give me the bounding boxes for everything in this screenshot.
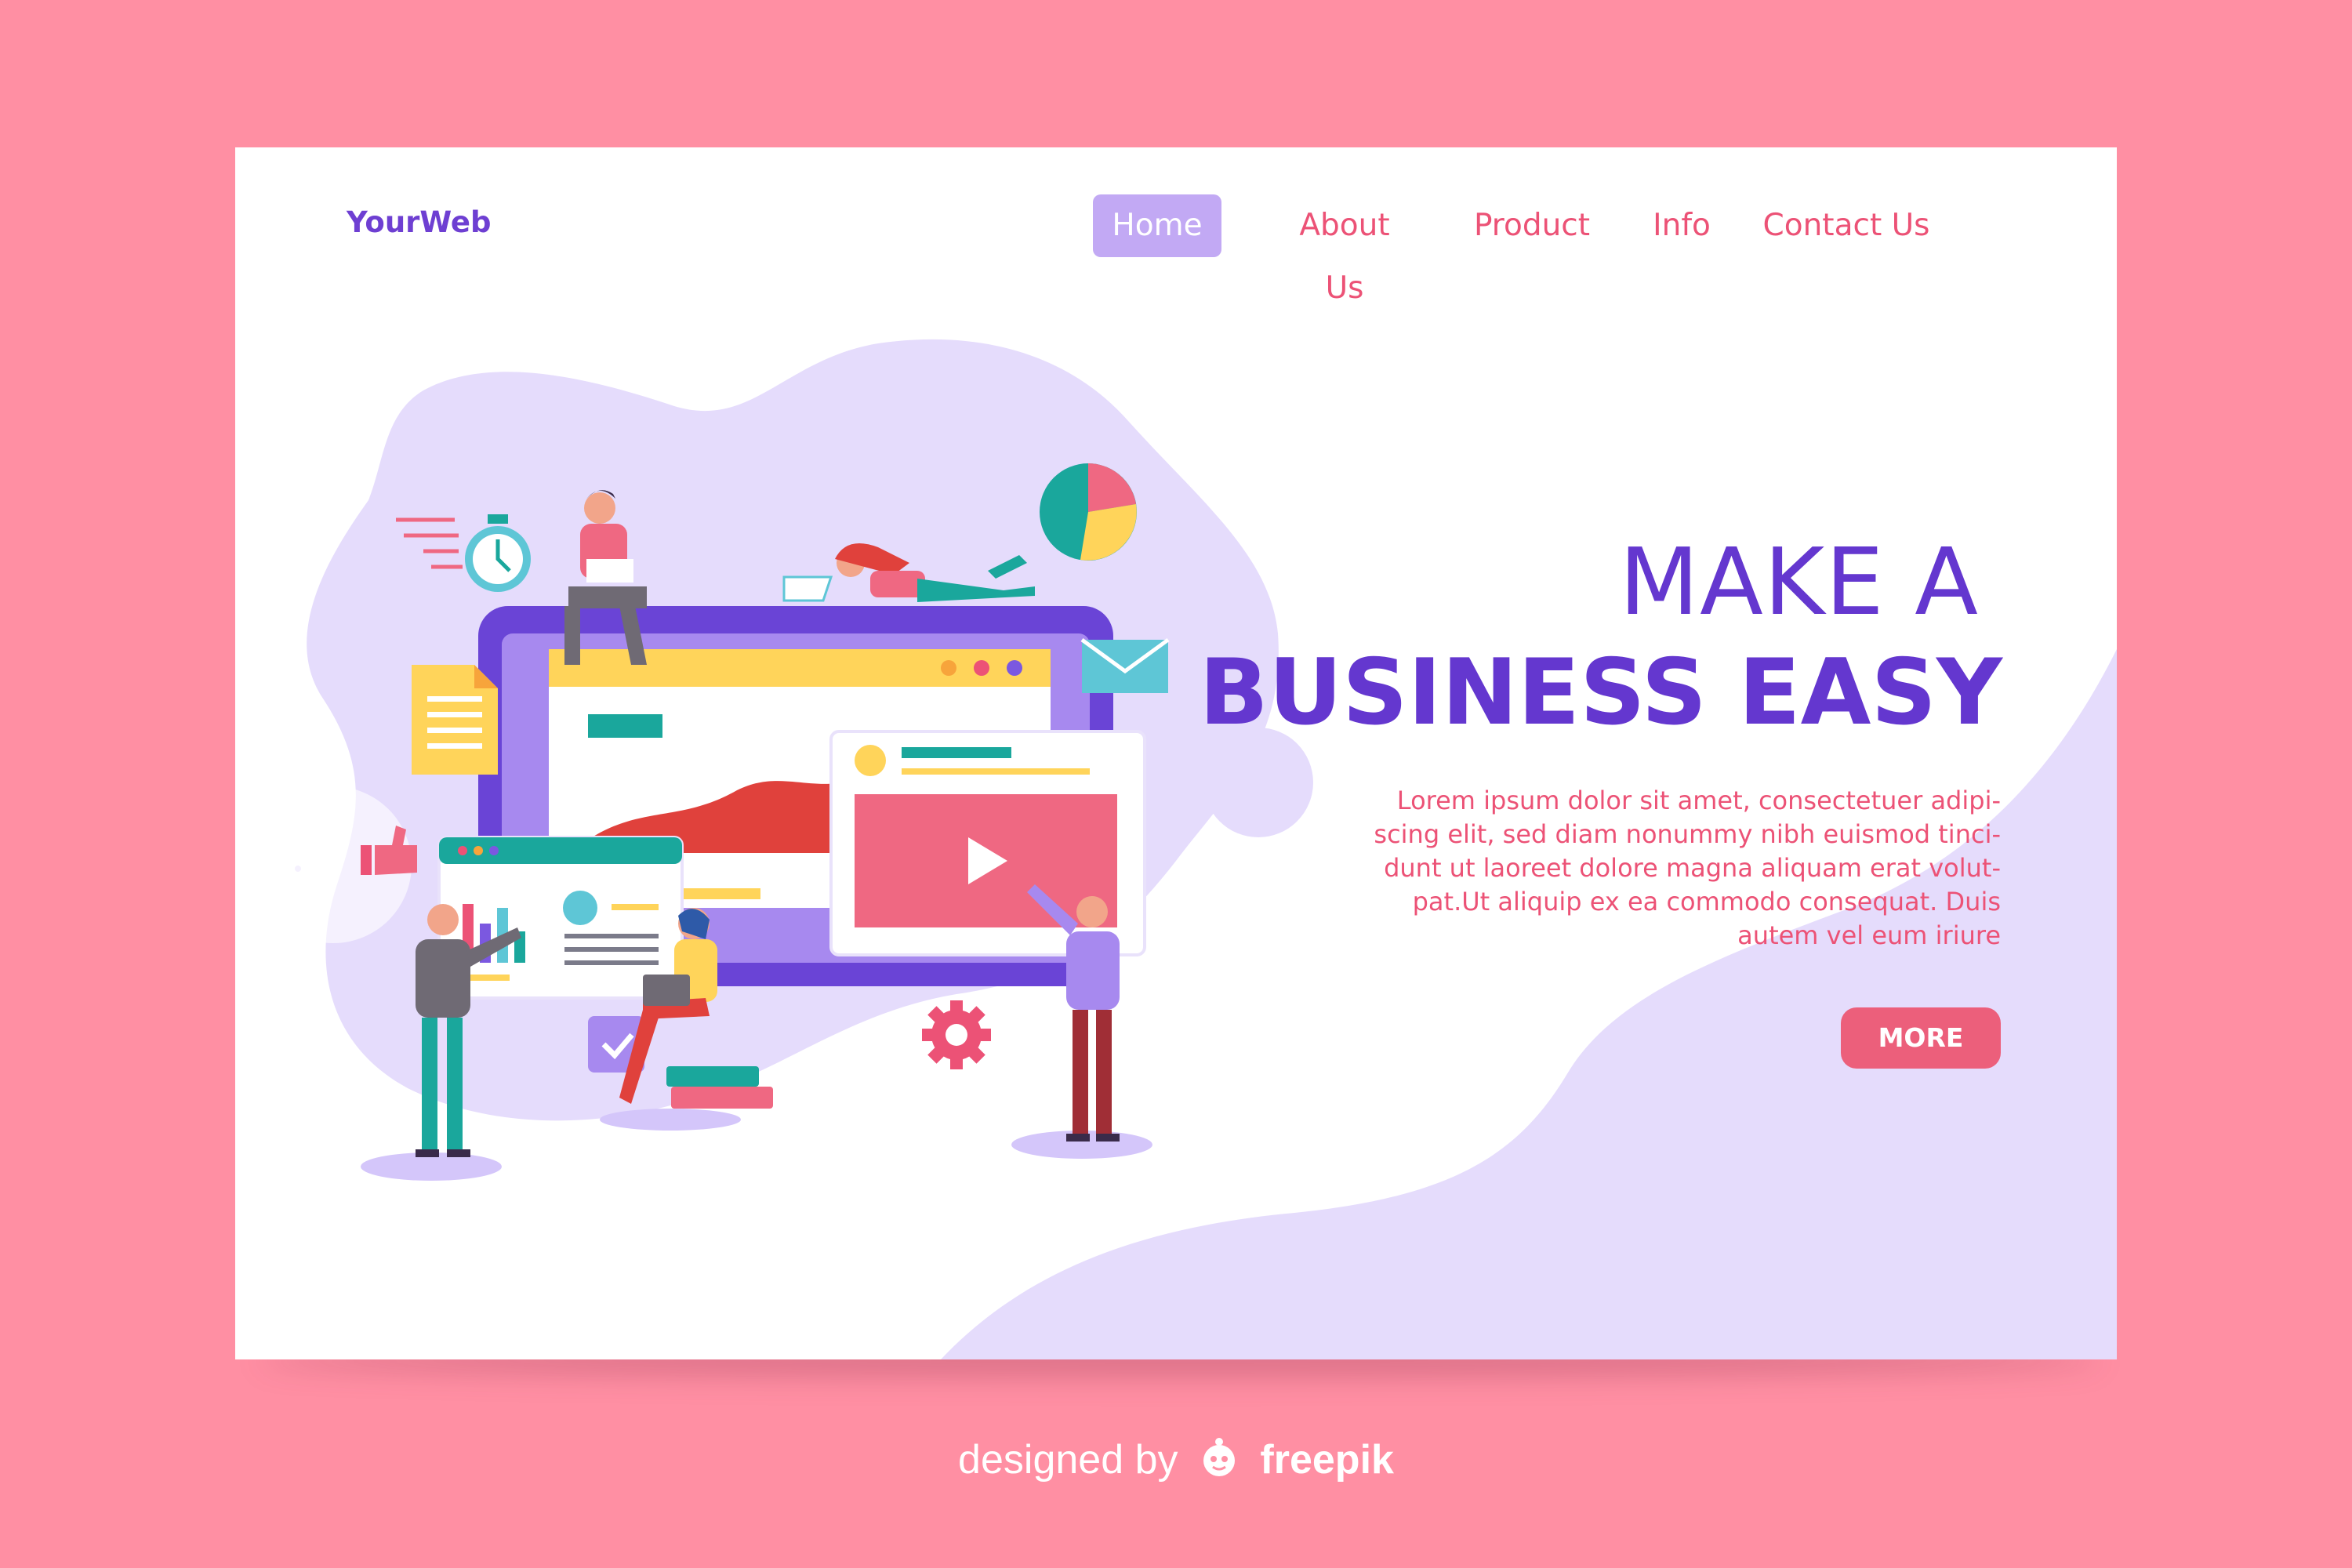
- hero-title-line-2: BUSINESS EASY: [1199, 640, 2002, 746]
- envelope-icon: [1080, 637, 1170, 693]
- hero-description-line: autem vel eum iriure: [1737, 920, 2001, 950]
- credit-prefix: designed by: [958, 1437, 1178, 1483]
- nav-info[interactable]: Info: [1646, 194, 1717, 257]
- nav-contact-us[interactable]: Contact Us: [1756, 194, 1936, 257]
- document-icon: [412, 665, 498, 775]
- hero-title-line-1: MAKE A: [1619, 528, 1979, 636]
- hero-description-line: scing elit, sed diam nonummy nibh euismo…: [1374, 819, 2001, 849]
- nav-home[interactable]: Home: [1093, 194, 1221, 257]
- stats-card-illustration: [437, 836, 684, 1000]
- main-nav: Home About Us Product Info Contact Us: [235, 194, 2117, 306]
- hero-description-line: Lorem ipsum dolor sit amet, consectetuer…: [1396, 786, 2001, 815]
- credit-brand[interactable]: freepik: [1260, 1437, 1394, 1483]
- gear-icon: [922, 1000, 991, 1069]
- nav-about-us[interactable]: About Us: [1278, 194, 1411, 306]
- hero-description-line: dunt ut laoreet dolore magna aliquam era…: [1384, 853, 2001, 883]
- hero-description: Lorem ipsum dolor sit amet, consectetuer…: [1358, 784, 2001, 953]
- nav-product[interactable]: Product: [1469, 194, 1595, 257]
- hero-illustration: [255, 463, 1170, 1181]
- designer-credit: designed by freepik: [0, 1436, 2352, 1488]
- stopwatch-icon: [396, 514, 531, 592]
- landing-page: YourWeb Home About Us Product Info Conta…: [235, 147, 2117, 1359]
- hero-description-line: pat.Ut aliquip ex ea commodo consequat. …: [1412, 887, 2001, 916]
- freepik-logo-icon: [1197, 1437, 1241, 1488]
- person-lying-illustration: [782, 543, 1035, 602]
- more-button[interactable]: MORE: [1841, 1007, 2001, 1069]
- pie-chart-icon: [1040, 463, 1137, 561]
